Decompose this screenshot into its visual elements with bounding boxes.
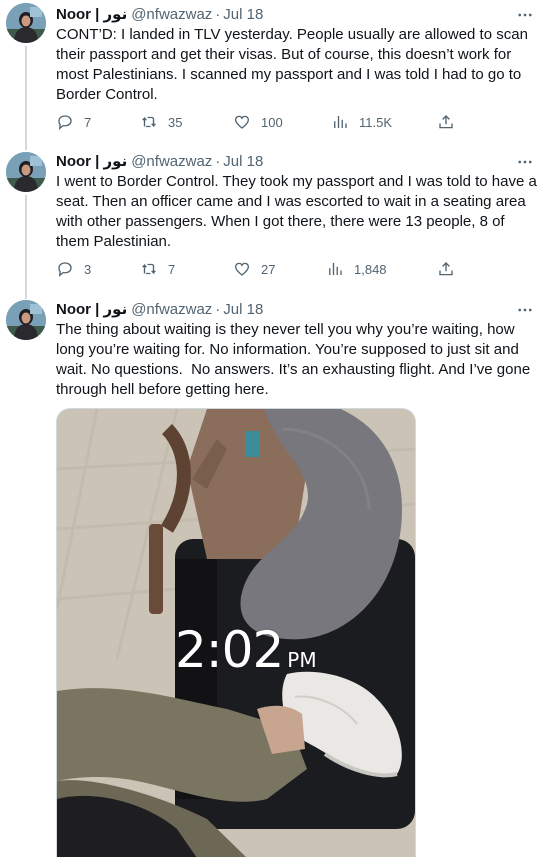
avatar-image <box>6 300 46 340</box>
like-button[interactable]: 100 <box>233 112 283 132</box>
reply-bubble-icon <box>58 115 72 131</box>
clock-time: 2:02 <box>175 621 284 679</box>
thread-line <box>25 195 27 299</box>
tweet-actions: 7 35 100 11.5K <box>56 112 476 132</box>
like-count: 100 <box>261 114 283 130</box>
share-button[interactable] <box>437 112 455 132</box>
tweet-header: Noor | نور @nfwazwaz · Jul 18 <box>56 152 263 172</box>
avatar-image <box>6 3 46 43</box>
photo-clock-sticker: 2:02 PM <box>175 625 317 685</box>
tweet-header: Noor | نور @nfwazwaz · Jul 18 <box>56 300 263 320</box>
more-dots-icon <box>518 308 532 312</box>
display-name[interactable]: Noor | نور <box>56 301 127 318</box>
reply-button[interactable]: 7 <box>56 112 91 132</box>
tweet-date[interactable]: Jul 18 <box>223 301 263 318</box>
reply-button[interactable]: 3 <box>56 259 91 279</box>
heart-icon <box>234 262 250 276</box>
retweet-icon <box>142 263 156 275</box>
separator-dot: · <box>215 301 221 318</box>
reply-count: 7 <box>84 114 92 130</box>
share-button[interactable] <box>437 259 455 279</box>
retweet-icon <box>142 116 156 128</box>
more-button[interactable] <box>515 300 535 320</box>
thread-line <box>25 46 27 150</box>
views-chart-icon <box>329 263 342 275</box>
user-handle[interactable]: @nfwazwaz <box>131 301 212 318</box>
avatar[interactable] <box>6 300 46 340</box>
tweet-text: The thing about waiting is they never te… <box>56 321 535 398</box>
more-button[interactable] <box>515 5 535 25</box>
avatar[interactable] <box>6 152 46 192</box>
clock-ampm: PM <box>287 648 317 672</box>
tweet-2[interactable]: Noor | نور @nfwazwaz · Jul 18 I went to Bor… <box>0 149 547 299</box>
user-handle[interactable]: @nfwazwaz <box>131 153 212 170</box>
separator-dot: · <box>215 6 221 23</box>
like-button[interactable]: 27 <box>233 259 275 279</box>
tweet-text: I went to Border Control. They took my p… <box>56 173 541 250</box>
tweet-1[interactable]: Noor | نور @nfwazwaz · Jul 18 CONT’D: I lan… <box>0 0 547 150</box>
tweet-text: CONT’D: I landed in TLV yesterday. Peopl… <box>56 26 533 103</box>
heart-icon <box>234 115 250 129</box>
retweet-button[interactable]: 35 <box>140 112 182 132</box>
share-upload-icon <box>439 115 453 129</box>
like-count: 27 <box>261 261 276 277</box>
avatar-image <box>6 152 46 192</box>
avatar[interactable] <box>6 3 46 43</box>
retweet-count: 35 <box>168 114 183 130</box>
tweet-photo[interactable]: 2:02 PM <box>56 408 416 857</box>
share-upload-icon <box>439 262 453 276</box>
separator-dot: · <box>215 153 221 170</box>
display-name[interactable]: Noor | نور <box>56 153 127 170</box>
reply-bubble-icon <box>58 262 72 278</box>
user-handle[interactable]: @nfwazwaz <box>131 6 212 23</box>
retweet-button[interactable]: 7 <box>140 259 175 279</box>
reply-count: 3 <box>84 261 92 277</box>
tweet-date[interactable]: Jul 18 <box>223 153 263 170</box>
tweet-actions: 3 7 27 1,848 <box>56 259 476 279</box>
more-button[interactable] <box>515 152 535 172</box>
views-button[interactable]: 1,848 <box>326 259 387 279</box>
display-name[interactable]: Noor | نور <box>56 6 127 23</box>
tweet-date[interactable]: Jul 18 <box>223 6 263 23</box>
retweet-count: 7 <box>168 261 176 277</box>
views-count: 1,848 <box>354 261 387 277</box>
more-dots-icon <box>518 160 532 164</box>
views-count: 11.5K <box>359 114 393 130</box>
views-button[interactable]: 11.5K <box>331 112 392 132</box>
more-dots-icon <box>518 13 532 17</box>
views-chart-icon <box>334 116 347 128</box>
tweet-header: Noor | نور @nfwazwaz · Jul 18 <box>56 5 263 25</box>
